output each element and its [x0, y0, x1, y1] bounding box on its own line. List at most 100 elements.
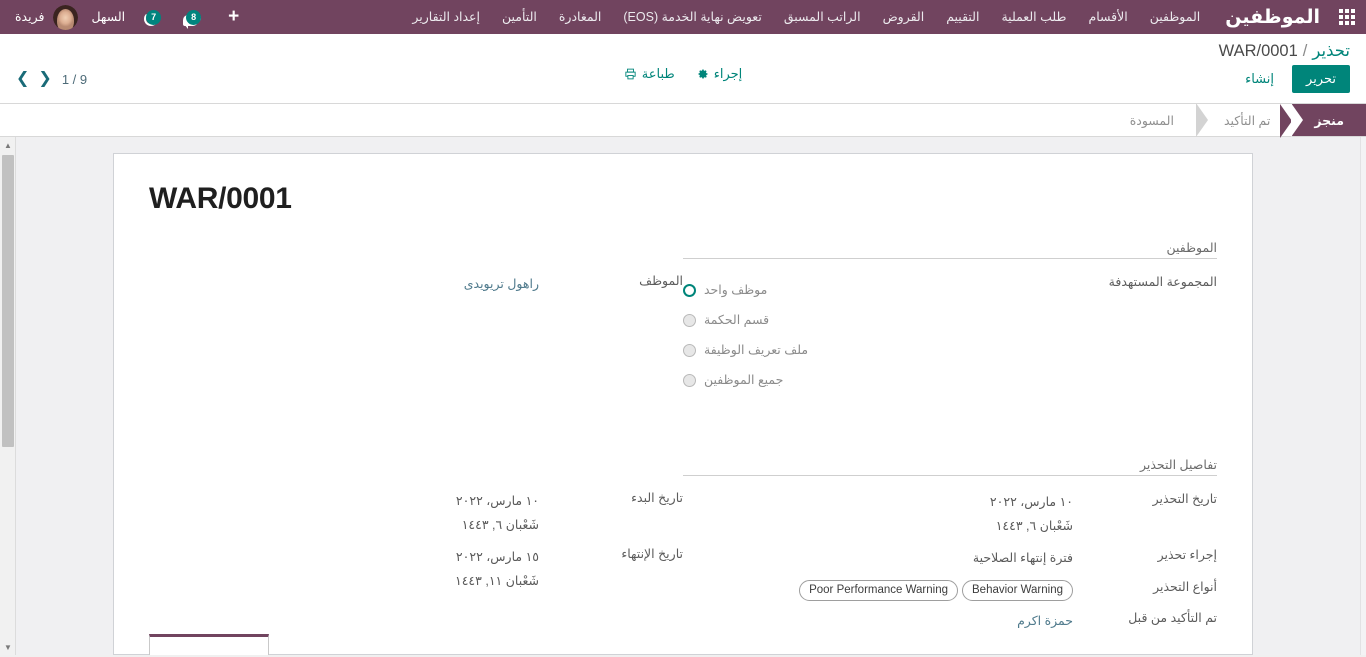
warning-date-gregorian: ١٠ مارس، ٢٠٢٢ [989, 495, 1073, 509]
target-group-label: المجموعة المستهدفة [1108, 275, 1217, 289]
end-date-hijri: شَعْبان ١١, ١٤٤٣ [455, 574, 539, 588]
user-avatar[interactable] [53, 4, 79, 30]
field-start-date: تاريخ البدء ١٠ مارس، ٢٠٢٢ شَعْبان ٦, ١٤٤… [157, 485, 683, 537]
pager-next-button[interactable]: ❯ [38, 71, 51, 87]
breadcrumb-root[interactable]: تحذير [1312, 41, 1350, 61]
menu-item-departments[interactable]: الأقسام [1077, 0, 1138, 34]
employee-label: الموظف [639, 274, 683, 288]
confirmed-by-value[interactable]: حمزة اكرم [683, 605, 1087, 633]
gear-icon [698, 69, 708, 79]
radio-option-single-employee[interactable]: موظف واحد [683, 275, 1073, 305]
radio-label-single-employee: موظف واحد [704, 283, 768, 297]
pager-counter[interactable]: 1 / 9 [62, 72, 87, 87]
breadcrumb-separator: / [1302, 42, 1308, 60]
warning-date-label: تاريخ التحذير [1152, 492, 1217, 506]
warning-left-column: تاريخ البدء ١٠ مارس، ٢٠٢٢ شَعْبان ٦, ١٤٤… [149, 457, 683, 637]
warning-right-column: تفاصيل التحذير تاريخ التحذير ١٠ مارس، ٢٠… [683, 457, 1217, 637]
warning-left-spacer-title [157, 457, 683, 475]
start-date-value-wrap: ١٠ مارس، ٢٠٢٢ شَعْبان ٦, ١٤٤٣ [157, 485, 553, 537]
target-group-value: موظف واحد قسم الحكمة ملف تعريف الوظيفة ج… [683, 269, 1087, 395]
radio-option-all-employees[interactable]: جميع الموظفين [683, 365, 1073, 395]
record-title: WAR/0001 [149, 182, 292, 215]
scroll-up-arrow[interactable]: ▲ [0, 137, 16, 153]
start-date-label: تاريخ البدء [631, 491, 683, 505]
user-menu-name[interactable]: فريدة [6, 0, 53, 34]
radio-label-all-employees: جميع الموظفين [704, 373, 784, 387]
menu-item-employees[interactable]: الموظفين [1139, 0, 1212, 34]
employees-group: الموظفين المجموعة المستهدفة موظف واحد قس… [149, 240, 1217, 399]
tag-behavior-warning[interactable]: Behavior Warning [962, 580, 1073, 601]
warning-types-tag-list: Poor Performance Warning Behavior Warnin… [683, 578, 1073, 601]
print-label: طباعة [641, 66, 675, 81]
field-end-date: تاريخ الإنتهاء ١٥ مارس، ٢٠٢٢ شَعْبان ١١,… [157, 541, 683, 593]
breadcrumb: تحذير / WAR/0001 [1219, 41, 1350, 61]
clock-icon: 7 [143, 8, 165, 26]
field-target-group: المجموعة المستهدفة موظف واحد قسم الحكمة [683, 269, 1217, 395]
status-step-draft[interactable]: المسودة [1101, 104, 1196, 136]
employees-left-spacer-title [157, 240, 683, 258]
form-sheet-wrapper: WAR/0001 الموظفين المجموعة المستهدفة موظ… [0, 137, 1366, 655]
menu-item-appraisal[interactable]: التقييم [935, 0, 990, 34]
scrollbar-thumb[interactable] [2, 155, 14, 447]
end-date-gregorian: ١٥ مارس، ٢٠٢٢ [455, 550, 539, 564]
radio-dot-all-employees[interactable] [683, 373, 696, 387]
form-view-container: ▲ ▼ WAR/0001 الموظفين المجموعة المستهدفة… [0, 137, 1366, 655]
radio-label-job-profile: ملف تعريف الوظيفة [704, 343, 809, 357]
menu-item-process-request[interactable]: طلب العملية [990, 0, 1077, 34]
menu-item-reporting[interactable]: إعداد التقارير [401, 0, 491, 34]
apps-grid-icon [1339, 9, 1355, 25]
scroll-down-arrow[interactable]: ▼ [0, 639, 16, 655]
activities-button[interactable]: 7 [134, 0, 174, 34]
edit-button[interactable]: تحرير [1292, 65, 1350, 93]
page-scrollbar[interactable]: ▲ ▼ [0, 137, 16, 655]
apps-menu-button[interactable] [1328, 9, 1366, 25]
control-panel: تحذير / WAR/0001 تحرير إنشاء إجراء طباعة [0, 34, 1366, 104]
warning-types-value: Poor Performance Warning Behavior Warnin… [683, 574, 1087, 601]
pager-arrows: ❮ ❯ [16, 71, 52, 87]
pager-previous-button[interactable]: ❮ [16, 71, 29, 87]
warning-types-label: أنواع التحذير [1153, 580, 1217, 594]
print-menu-button[interactable]: طباعة [624, 66, 675, 82]
employees-right-column: الموظفين المجموعة المستهدفة موظف واحد قس… [683, 240, 1217, 399]
warning-action-value: فترة إنتهاء الصلاحية [972, 551, 1073, 565]
menu-item-loans[interactable]: القروض [872, 0, 936, 34]
menu-item-salary-advance[interactable]: الراتب المسبق [773, 0, 872, 34]
chat-bubble-icon: 8 [183, 8, 205, 29]
warning-action-label: إجراء تحذير [1157, 548, 1217, 562]
start-date-hijri: شَعْبان ٦, ١٤٤٣ [461, 518, 539, 532]
status-step-confirmed[interactable]: تم التأكيد [1195, 104, 1293, 136]
target-group-radio-list: موظف واحد قسم الحكمة ملف تعريف الوظيفة ج… [683, 273, 1073, 395]
form-sheet: WAR/0001 الموظفين المجموعة المستهدفة موظ… [113, 153, 1253, 655]
inner-scroll-edge[interactable] [1360, 137, 1366, 655]
confirmed-by-label: تم التأكيد من قبل [1128, 611, 1217, 625]
warning-date-hijri: شَعْبان ٦, ١٤٤٣ [995, 519, 1073, 533]
app-brand-title[interactable]: الموظفين [1211, 6, 1328, 29]
pager-group: ❮ ❯ 1 / 9 [16, 71, 87, 87]
menu-item-leave[interactable]: المغادرة [548, 0, 613, 34]
breadcrumb-row: تحذير / WAR/0001 [0, 34, 1366, 63]
field-warning-action: إجراء تحذير فترة إنتهاء الصلاحية [683, 542, 1217, 570]
radio-dot-job-profile[interactable] [683, 343, 696, 357]
radio-label-department: قسم الحكمة [704, 313, 770, 327]
field-confirmed-by: تم التأكيد من قبل حمزة اكرم [683, 605, 1217, 633]
radio-option-job-profile[interactable]: ملف تعريف الوظيفة [683, 335, 1073, 365]
messages-button[interactable]: 8 [174, 0, 214, 34]
status-bar: المسودة تم التأكيد منجز [0, 104, 1366, 138]
action-menu-button[interactable]: إجراء [697, 66, 743, 82]
top-navbar: الموظفين الموظفين الأقسام طلب العملية ال… [0, 0, 1366, 34]
end-date-label: تاريخ الإنتهاء [621, 547, 683, 561]
employees-left-column: الموظف راهول تريويدى [149, 240, 683, 399]
warning-section-title: تفاصيل التحذير [683, 457, 1217, 476]
radio-dot-department[interactable] [683, 313, 696, 327]
create-button[interactable]: إنشاء [1234, 65, 1285, 93]
quick-create-button[interactable]: + [214, 0, 253, 34]
radio-option-department[interactable]: قسم الحكمة [683, 305, 1073, 335]
tag-poor-performance-warning[interactable]: Poor Performance Warning [799, 580, 959, 601]
radio-dot-single-employee[interactable] [683, 283, 696, 297]
action-label: إجراء [713, 66, 743, 81]
menu-item-eos[interactable]: تعويض نهاية الخدمة (EOS) [612, 0, 772, 34]
company-switcher[interactable]: السهل [82, 0, 134, 34]
menu-item-insurance[interactable]: التأمين [491, 0, 548, 34]
employee-value[interactable]: راهول تريويدى [157, 268, 553, 296]
status-step-done[interactable]: منجز [1280, 104, 1366, 138]
